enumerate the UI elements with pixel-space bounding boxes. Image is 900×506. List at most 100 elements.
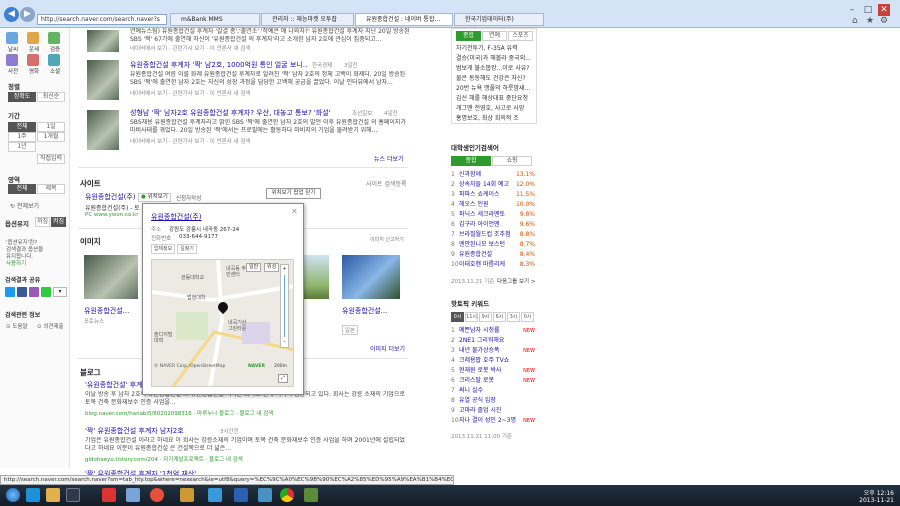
- univ-ranking-item[interactable]: 7 브라질월드컵 조추첨 8.8%: [451, 230, 535, 240]
- zoom-out-icon[interactable]: –: [282, 339, 287, 345]
- news-title[interactable]: 유원종합건설 후계자 '짝' 남2호, 1000억원 통인 얼굴 보니…: [130, 60, 308, 70]
- social-icon[interactable]: [48, 54, 60, 66]
- hot-news-item[interactable]: 20번 뉴욕 맹풀의 하룻밤새...: [456, 84, 536, 94]
- hot-news-item[interactable]: 결승(미국)과 해볼라 중국외...: [456, 54, 536, 64]
- hot-keyword-item[interactable]: 2 2NE1 그리워해요: [451, 336, 535, 346]
- map-type-normal[interactable]: 일반: [246, 263, 262, 272]
- image-sub[interactable]: 일본: [342, 325, 359, 335]
- univ-ranking-item[interactable]: 4 헤오스 인원 10.0%: [451, 200, 535, 210]
- twitter-icon[interactable]: [5, 287, 15, 297]
- movie-icon[interactable]: [27, 54, 39, 66]
- feedback-link[interactable]: ⊙ 의견제출: [37, 322, 64, 330]
- site-url[interactable]: PC www.ywon.co.kr: [85, 212, 138, 218]
- hot-tab-sports[interactable]: 스포츠: [508, 31, 533, 41]
- hot-tab-entertain[interactable]: 연예: [482, 31, 507, 41]
- image-caption[interactable]: 유원종합건설...: [342, 306, 400, 316]
- popup-close-icon[interactable]: ✕: [291, 207, 298, 216]
- weather-label[interactable]: 날씨: [3, 45, 23, 53]
- news-meta[interactable]: 네이버에서 보기 · 관련기사 보기 · 이 언론사 내 검색: [130, 137, 330, 145]
- news-thumbnail[interactable]: [87, 110, 119, 150]
- maximize-icon[interactable]: □: [862, 4, 874, 16]
- explorer-folder-icon[interactable]: [46, 488, 60, 502]
- image-more-link[interactable]: 이미지 더보기: [370, 344, 405, 353]
- hot-keyword-item[interactable]: 9 고마라 졸업 시진: [451, 406, 535, 416]
- app-icon[interactable]: [126, 488, 140, 502]
- period-custom[interactable]: 직접입력: [37, 154, 65, 164]
- map-view[interactable]: 관동대학교 내곡동 주민센터 법정대학 내곡기산 그린타운 솔디지털 대학 일반…: [151, 259, 294, 387]
- minimize-icon[interactable]: –: [846, 4, 858, 16]
- area-title[interactable]: 제목: [37, 184, 65, 194]
- univ-ranking-item[interactable]: 9 유원종합건설 8.4%: [451, 250, 535, 260]
- hot-keyword-item[interactable]: 7 써니 실수: [451, 386, 535, 396]
- sort-latest[interactable]: 최신순: [37, 92, 65, 102]
- hot-keyword-tab[interactable]: 6시: [493, 312, 506, 322]
- back-icon[interactable]: ◀: [4, 7, 19, 22]
- app-icon[interactable]: [150, 488, 164, 502]
- app-icon[interactable]: [102, 488, 116, 502]
- close-icon[interactable]: ✕: [878, 4, 890, 16]
- hot-keyword-item[interactable]: 6 크리스탈 로봇 NEW: [451, 376, 535, 386]
- site-register-link[interactable]: 사이트 검색등록: [366, 179, 407, 188]
- hot-keyword-item[interactable]: 10지나 결이 성인 2~3명 NEW: [451, 416, 535, 426]
- chrome-icon[interactable]: [280, 488, 294, 502]
- news-meta[interactable]: 네이버에서 보기 · 관련기사 보기 · 이 언론사 내 검색: [130, 44, 330, 52]
- tab-admin[interactable]: 관리자 :: 재능마켓 오투잡: [261, 13, 354, 26]
- area-reset-link[interactable]: ↻ 전체보기: [10, 201, 39, 210]
- app-icon[interactable]: [180, 488, 194, 502]
- site-title[interactable]: 유원종합건설(주): [85, 192, 136, 202]
- news-more-link[interactable]: 뉴스 더보기: [374, 154, 404, 163]
- zoom-in-icon[interactable]: +: [282, 266, 287, 272]
- facebook-icon[interactable]: [17, 287, 27, 297]
- univ-ranking-item[interactable]: 2 상속자들 14회 예고 12.0%: [451, 180, 535, 190]
- univ-ranking-item[interactable]: 3 파파스 쇼케이스 11.5%: [451, 190, 535, 200]
- option-on[interactable]: 켜짐: [51, 217, 66, 227]
- period-all[interactable]: 전체: [8, 122, 36, 132]
- hot-keyword-tab[interactable]: 9시: [479, 312, 492, 322]
- univ-ranking-item[interactable]: 5 파닉스 세크라멘토 9.8%: [451, 210, 535, 220]
- close-map-popup-button[interactable]: 위치보기 팝업 닫기: [266, 188, 321, 199]
- dictionary-icon[interactable]: [6, 54, 18, 66]
- sort-accuracy[interactable]: 정확도: [8, 92, 36, 102]
- app-icon[interactable]: [258, 488, 272, 502]
- tab-kodata[interactable]: 한국기업데이터(주): [454, 13, 544, 26]
- site-writer-link[interactable]: 신청자작성: [176, 194, 201, 202]
- home-icon[interactable]: ⌂: [852, 16, 858, 26]
- hot-keyword-item[interactable]: 3 내년 물가상승폭 NEW: [451, 346, 535, 356]
- task-window-icon[interactable]: [66, 488, 80, 502]
- blog-url[interactable]: gidohaeyo.tistory.com/204 · 자기계발프로젝트 · 블…: [85, 455, 243, 463]
- dictionary-label[interactable]: 사전: [3, 67, 23, 75]
- verify-icon[interactable]: [48, 32, 60, 44]
- blog-title[interactable]: '짝' 유원종합건설 후계자 남자2호: [85, 426, 215, 436]
- app-icon[interactable]: [304, 488, 318, 502]
- weather-icon[interactable]: [6, 32, 18, 44]
- news-thumbnail[interactable]: [87, 60, 119, 100]
- me2day-icon[interactable]: [29, 287, 39, 297]
- tab-naver-search[interactable]: 유원종합건설 : 네이버 통합…: [355, 13, 453, 26]
- hot-news-item[interactable]: 홍명보호, 최상 회의적 조: [456, 114, 536, 124]
- band-icon[interactable]: [41, 287, 51, 297]
- period-1month[interactable]: 1개월: [37, 132, 65, 142]
- map-type-satellite[interactable]: 위성: [264, 263, 280, 272]
- period-1year[interactable]: 1년: [8, 142, 36, 152]
- news-thumbnail[interactable]: [87, 30, 119, 52]
- forward-icon[interactable]: ▶: [20, 7, 35, 22]
- clock-time[interactable]: 오후 12:16: [854, 488, 894, 497]
- more-share-icon[interactable]: ▾: [53, 287, 67, 297]
- image-report-link[interactable]: 이미지 신고하기: [370, 236, 404, 243]
- option-off[interactable]: 꺼짐: [35, 217, 50, 227]
- image-caption[interactable]: 유원종합건설...: [84, 306, 138, 316]
- univ-ranking-item[interactable]: 10이태호헨 마름리케 8.3%: [451, 260, 535, 270]
- image-thumbnail[interactable]: [342, 255, 400, 299]
- popup-title[interactable]: 유원종합건설(주): [151, 212, 202, 222]
- hot-news-item[interactable]: 물은 동동해도 건강은 자신?: [456, 74, 536, 84]
- app-icon[interactable]: [208, 488, 222, 502]
- hot-keyword-tab[interactable]: 3시: [507, 312, 520, 322]
- help-link[interactable]: ⊙ 도움말: [6, 322, 28, 330]
- univ-ranking-item[interactable]: 8 엔안된니모 보스턴 8.7%: [451, 240, 535, 250]
- tab-mbank[interactable]: m&Bank MMS: [170, 13, 260, 26]
- ie-icon[interactable]: [26, 488, 40, 502]
- hot-news-item[interactable]: 개그맨 전영호, 사고로 사망: [456, 104, 536, 114]
- univ-next-link[interactable]: 다음그룹 보기 >: [497, 277, 535, 285]
- movie-label[interactable]: 영화: [24, 67, 44, 75]
- univ-ranking-item[interactable]: 6 김구라 아이언맨 9.6%: [451, 220, 535, 230]
